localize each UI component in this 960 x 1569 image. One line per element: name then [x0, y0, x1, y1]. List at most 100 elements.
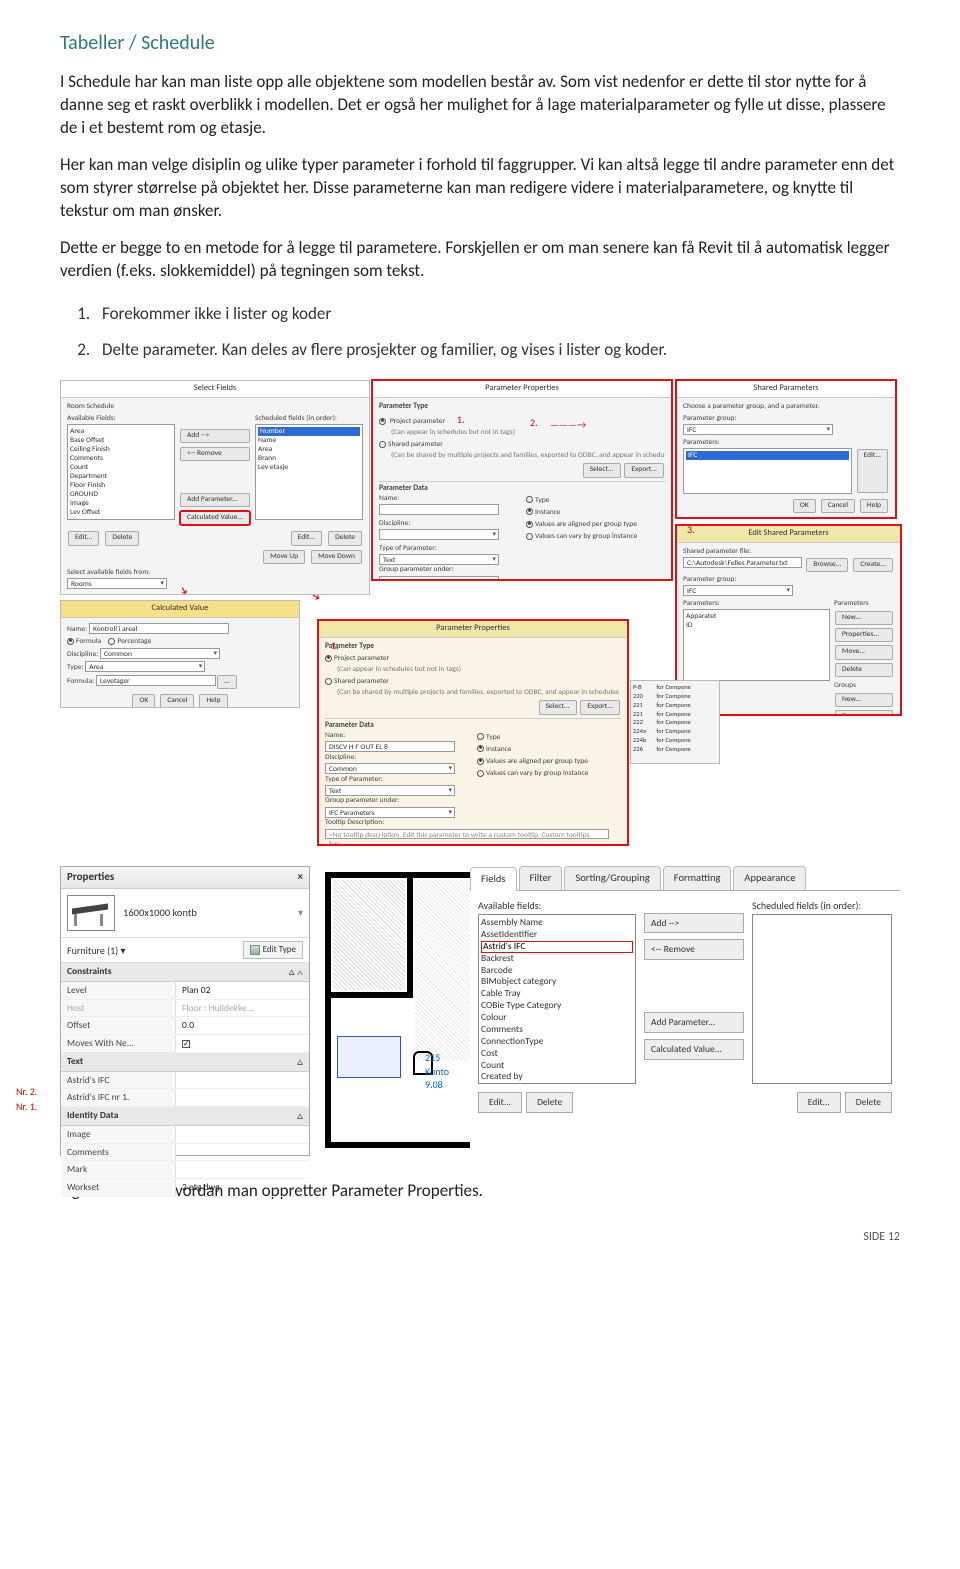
pp-export[interactable]: Export... [624, 463, 664, 477]
param-props-top: Parameter Properties Parameter Type Proj… [372, 380, 672, 580]
scheduled-fields-list[interactable]: Number Name Area Brann Lev etasje [255, 424, 363, 520]
add-param-btn-2[interactable]: Add Parameter... [644, 1012, 744, 1033]
pp-paramtype-title: Parameter Type [379, 402, 665, 412]
pp-group[interactable]: Dimensions [379, 576, 499, 581]
selector-label[interactable]: Furniture (1) ▾ [67, 944, 126, 958]
tabs: Fields Filter Sorting/Grouping Formattin… [470, 866, 900, 890]
pp-select[interactable]: Select... [583, 463, 621, 477]
page-footer: SIDE 12 [60, 1229, 900, 1245]
tab-appearance[interactable]: Appearance [733, 866, 806, 889]
sp-edit[interactable]: Edit... [857, 449, 888, 493]
calculated-value-button[interactable]: Calculated Value... [180, 511, 250, 525]
nr-2: Nr. 2. [16, 1084, 37, 1099]
esp-delete[interactable]: Delete [835, 663, 893, 677]
pp2-name[interactable]: DISCV H F OUT EL 8 [325, 741, 455, 752]
esp-group[interactable]: IFC [683, 585, 793, 596]
available-fields-list-2[interactable]: Assembly Name AssetIdentifier Astrid's I… [478, 914, 636, 1084]
edit-btn-b2[interactable]: Edit... [797, 1092, 841, 1113]
pp-disc[interactable] [379, 529, 499, 540]
delete-btn-b2[interactable]: Delete [845, 1092, 892, 1113]
esp-file[interactable]: C:\Autodesk\Felles Parameter.txt [683, 557, 802, 568]
tab-formatting[interactable]: Formatting [663, 866, 732, 889]
highlighted-field: Astrid's IFC [481, 941, 633, 953]
available-fields-list[interactable]: Area Base Offset Ceiling Finish Comments… [67, 424, 175, 520]
tab-sorting[interactable]: Sorting/Grouping [564, 866, 660, 889]
cv-formula-radio[interactable] [67, 638, 74, 645]
add-parameter-button[interactable]: Add Parameter... [180, 493, 250, 507]
row-astrid-ifc-nr1: Astrid's IFC nr 1. [61, 1089, 309, 1107]
esp-props[interactable]: Properties... [835, 628, 893, 642]
sp-list[interactable]: IFC [683, 448, 852, 494]
sp-title: Shared Parameters [677, 381, 895, 397]
sched-label-2: Scheduled fields (in order): [752, 899, 892, 913]
cv-help[interactable]: Help [199, 694, 227, 708]
pp-instance-radio[interactable] [526, 508, 533, 515]
numbered-list: Forekommer ikke i lister og koder Delte … [94, 303, 900, 363]
delete-button[interactable]: Delete [105, 531, 139, 545]
close-icon[interactable]: × [298, 870, 303, 885]
pp-type-radio[interactable] [526, 496, 533, 503]
row-offset: Offset0.0 [61, 1017, 309, 1035]
esp-new[interactable]: New... [835, 611, 893, 625]
pp-name[interactable] [379, 504, 499, 515]
delete-btn-b[interactable]: Delete [526, 1092, 573, 1113]
sp-group[interactable]: IFC [683, 424, 833, 435]
calc-value-title: Calculated Value [61, 601, 299, 617]
schedule-properties-dialog: Fields Filter Sorting/Grouping Formattin… [470, 866, 900, 1156]
edit-button[interactable]: Edit... [68, 531, 99, 545]
cv-type[interactable]: Area [85, 661, 205, 672]
calc-val-btn-2[interactable]: Calculated Value... [644, 1039, 744, 1060]
tab-filter[interactable]: Filter [519, 866, 563, 889]
cv-ok[interactable]: OK [132, 694, 155, 708]
nr-annotations: Nr. 2. Nr. 1. [16, 1084, 37, 1114]
paragraph-1: I Schedule har kan man liste opp alle ob… [60, 71, 900, 140]
move-down-button[interactable]: Move Down [311, 550, 362, 564]
cv-discipline[interactable]: Common [100, 648, 220, 659]
include-links-check[interactable] [67, 595, 75, 596]
param-props-2: Parameter Properties 1. Parameter Type P… [318, 620, 628, 845]
cv-cancel[interactable]: Cancel [160, 694, 194, 708]
add-btn-2[interactable]: Add --> [644, 913, 744, 934]
edit-button-2[interactable]: Edit... [291, 531, 322, 545]
esp-move[interactable]: Move... [835, 645, 893, 659]
delete-button-2[interactable]: Delete [328, 531, 362, 545]
esp-title: Edit Shared Parameters [677, 526, 900, 542]
esp-rename[interactable]: Rename... [835, 710, 893, 715]
cv-formula-input[interactable]: Levetager [96, 675, 216, 686]
esp-browse[interactable]: Browse... [806, 558, 848, 572]
esp-newg[interactable]: New... [835, 693, 893, 707]
cv-percent-radio[interactable] [108, 638, 115, 645]
row-mark: Mark [61, 1161, 309, 1179]
annotation-3: 3. [687, 525, 695, 537]
add-button[interactable]: Add --> [180, 429, 250, 443]
scheduled-fields-list-2[interactable] [752, 914, 892, 1084]
tab-fields[interactable]: Fields [470, 867, 517, 890]
esp-params-list[interactable]: Apparatet ID [683, 609, 830, 681]
edit-type-button[interactable]: Edit Type [243, 941, 303, 959]
pp-proj-radio[interactable] [379, 418, 386, 425]
remove-btn-2[interactable]: <-- Remove [644, 939, 744, 960]
available-fields-label: Available Fields: [67, 414, 175, 424]
group-text[interactable]: Text⩟ [61, 1053, 309, 1072]
pp-typeparam[interactable]: Text [379, 554, 499, 565]
remove-button[interactable]: <-- Remove [180, 447, 250, 461]
pp-vary-radio[interactable] [526, 533, 533, 540]
small-list-fragment: P-Bfor Compone 220for Compone 221for Com… [630, 680, 720, 764]
pp2-tooltip[interactable]: <No tooltip description. Edit this param… [325, 829, 609, 839]
select-fields-title: Select Fields [61, 381, 369, 397]
shared-params-dialog: Shared Parameters Choose a parameter gro… [676, 380, 896, 518]
group-identity[interactable]: Identity Data⩟ [61, 1107, 309, 1126]
row-host: HostFloor : Hulldekke... [61, 1000, 309, 1018]
list-item-2: Delte parameter. Kan deles av flere pros… [94, 339, 900, 362]
figure-1: Select Fields Room Schedule Available Fi… [60, 380, 900, 1156]
group-constraints[interactable]: Constraints⩟ ∧ [61, 963, 309, 982]
edit-btn-b[interactable]: Edit... [478, 1092, 522, 1113]
pp-aligned-radio[interactable] [526, 521, 533, 528]
esp-create[interactable]: Create... [853, 558, 893, 572]
properties-palette: Properties× 1600x1000 kontb ▾ Furniture … [60, 866, 310, 1156]
cv-name-input[interactable]: Kontroll i areal [89, 623, 229, 634]
row-level: LevelPlan 02 [61, 982, 309, 1000]
move-up-button[interactable]: Move Up [263, 550, 305, 564]
select-from-dropdown[interactable]: Rooms [67, 578, 167, 589]
pp-shared-radio[interactable] [379, 441, 386, 448]
